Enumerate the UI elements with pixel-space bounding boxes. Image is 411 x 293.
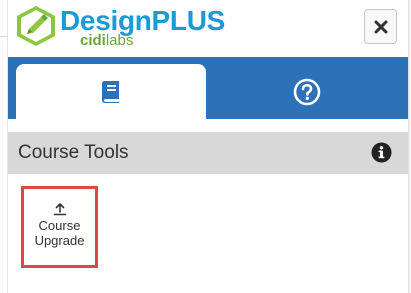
section-title: Course Tools [18, 142, 129, 163]
upload-icon [53, 203, 66, 216]
tab-help[interactable] [206, 64, 408, 119]
tool-label-line2: Upgrade [34, 233, 85, 248]
tool-label-line1: Course [38, 218, 81, 233]
close-icon [374, 20, 387, 33]
sub-brand-labs: labs [105, 32, 134, 49]
divider [0, 36, 8, 37]
help-circle-icon [293, 78, 321, 105]
book-icon [102, 80, 119, 103]
info-icon[interactable] [371, 142, 392, 163]
tool-label: Course Upgrade [35, 218, 85, 248]
designplus-panel: DesignPLUS cidilabs Course Tools Course … [0, 0, 411, 293]
left-page-edge [0, 0, 8, 293]
sub-brand: cidilabs [80, 33, 133, 49]
tab-tools[interactable] [16, 64, 206, 119]
tab-bar [8, 57, 408, 119]
sub-brand-cidi: cidi [80, 32, 106, 49]
course-upgrade-button[interactable]: Course Upgrade [21, 186, 98, 268]
close-button[interactable] [364, 9, 397, 44]
designplus-logo-icon [17, 6, 55, 46]
panel-header: DesignPLUS cidilabs [8, 0, 408, 57]
section-header: Course Tools [8, 132, 408, 174]
